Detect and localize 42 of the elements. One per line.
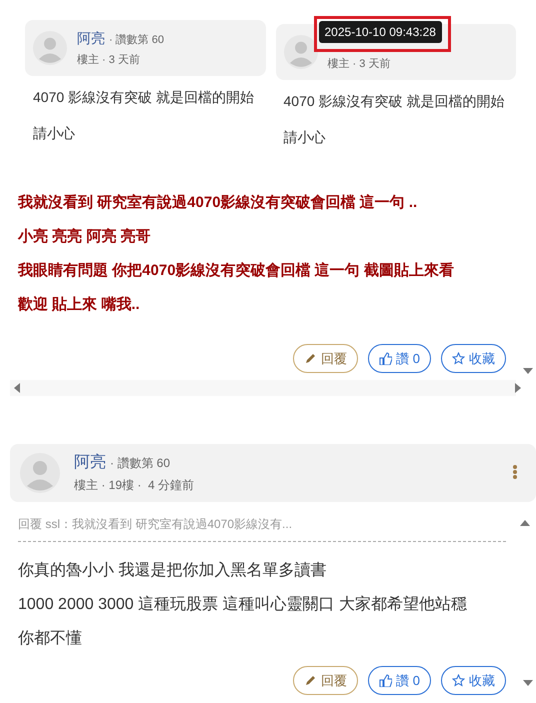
author-name[interactable]: 阿亮 — [74, 454, 106, 471]
post-meta: 樓主 · 3 天前 — [77, 52, 141, 66]
post-text: 4070 影線沒有突破 就是回檔的開始 — [282, 92, 506, 111]
scroll-down-icon[interactable] — [523, 366, 533, 376]
more-options-icon[interactable] — [512, 464, 518, 480]
post-text: 我就沒看到 研究室有說過4070影線沒有突破會回檔 這一句 .. — [18, 192, 418, 213]
scroll-up-icon[interactable] — [520, 518, 530, 528]
avatar-icon — [284, 35, 318, 69]
rank-label: · 讚數第 60 — [110, 456, 170, 470]
scroll-right-icon[interactable] — [512, 383, 522, 393]
pencil-icon — [304, 352, 318, 365]
post-text: 1000 2000 3000 這種玩股票 這種叫心靈關口 大家都希望他站穩 — [18, 594, 468, 615]
timestamp-tooltip: 2025-10-10 09:43:28 — [318, 21, 442, 43]
reply-button[interactable]: 回覆 — [293, 666, 358, 695]
star-icon — [452, 674, 465, 687]
avatar-icon — [20, 453, 60, 493]
thumbs-up-icon — [379, 352, 392, 365]
author-name[interactable]: 阿亮 — [77, 30, 105, 46]
thumbs-up-icon — [379, 674, 392, 687]
rank-label: · 讚數第 60 — [109, 34, 164, 46]
avatar-icon — [33, 31, 67, 65]
post-text: 我眼睛有問題 你把4070影線沒有突破會回檔 這一句 截圖貼上來看 — [18, 261, 455, 281]
post-text: 歡迎 貼上來 嘴我.. — [18, 295, 141, 315]
favorite-button[interactable]: 收藏 — [441, 344, 506, 373]
scroll-left-icon[interactable] — [13, 383, 23, 393]
post-text: 4070 影線沒有突破 就是回檔的開始 — [32, 88, 255, 107]
post-text: 你都不懂 — [18, 628, 83, 649]
post-text: 請小心 — [282, 128, 326, 147]
like-button[interactable]: 讚 0 — [368, 344, 431, 373]
star-icon — [452, 352, 465, 365]
post-meta: 樓主 · 19樓 · 4 分鐘前 — [74, 477, 194, 494]
pencil-icon — [304, 674, 318, 687]
like-button[interactable]: 讚 0 — [368, 666, 431, 695]
post-meta: 樓主 · 3 天前 — [328, 56, 390, 70]
post-text: 你真的魯小小 我還是把你加入黑名單多讀書 — [18, 560, 328, 581]
reply-quote[interactable]: 回覆 ssl：我就沒看到 研究室有說過4070影線沒有... — [18, 517, 292, 531]
favorite-button[interactable]: 收藏 — [441, 666, 506, 695]
reply-button[interactable]: 回覆 — [293, 344, 358, 373]
post-text: 請小心 — [32, 124, 76, 143]
horizontal-scrollbar[interactable] — [10, 380, 516, 396]
post-text: 小亮 亮亮 阿亮 亮哥 — [18, 227, 152, 247]
scroll-down-icon[interactable] — [523, 678, 533, 688]
